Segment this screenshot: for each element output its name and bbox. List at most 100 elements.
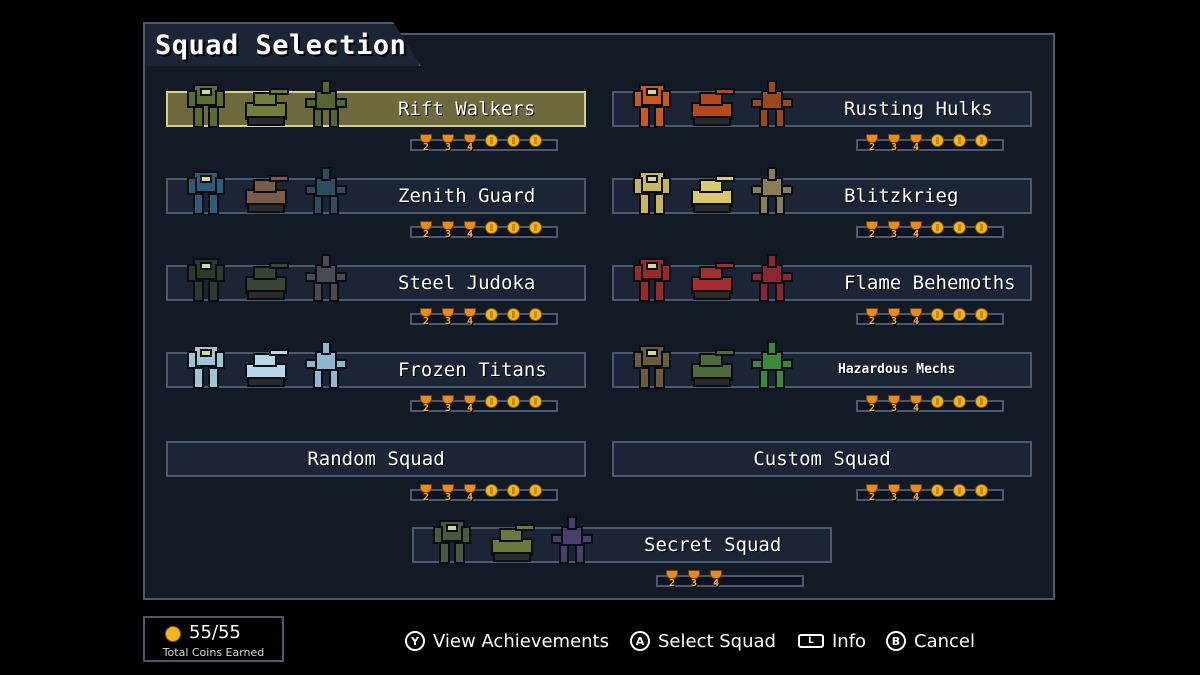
trophy-icon: 3 — [440, 308, 456, 330]
cancel-label: Cancel — [914, 630, 975, 652]
mech-icon — [300, 251, 352, 307]
trophy-icon: 3 — [886, 134, 902, 156]
coin-icon — [952, 484, 968, 506]
coin-icon — [974, 134, 990, 156]
mech-icon — [626, 251, 678, 307]
trophy-icon: 4 — [908, 134, 924, 156]
coin-icon — [952, 395, 968, 417]
trophy-icon: 2 — [864, 221, 880, 243]
coin-icon — [484, 308, 500, 330]
squad-name: Zenith Guard — [398, 185, 536, 207]
mech-icon — [686, 77, 738, 133]
squad-random-squad[interactable]: Random Squad — [166, 441, 586, 477]
coin-icon — [484, 134, 500, 156]
coin-icon — [952, 221, 968, 243]
squad-name: Rift Walkers — [398, 98, 536, 120]
mech-icon — [240, 164, 292, 220]
trophy-icon: 3 — [886, 221, 902, 243]
mech-icon — [746, 338, 798, 394]
achievement-strip: 234 — [856, 484, 1004, 503]
trophy-icon: 2 — [418, 134, 434, 156]
squad-name: Custom Squad — [753, 448, 891, 470]
trophy-icon: 2 — [864, 134, 880, 156]
squad-custom-squad[interactable]: Custom Squad — [612, 441, 1032, 477]
achievement-strip: 234 — [410, 308, 558, 327]
squad-name: Flame Behemoths — [844, 272, 1016, 294]
mech-icon — [180, 251, 232, 307]
total-coins-box: 55/55 Total Coins Earned — [143, 616, 284, 662]
achievement-strip: 234 — [856, 308, 1004, 327]
trophy-icon: 2 — [864, 395, 880, 417]
trophy-icon: 4 — [462, 221, 478, 243]
mech-icon — [746, 164, 798, 220]
achievement-strip: 234 — [410, 134, 558, 153]
squad-name: Secret Squad — [644, 534, 782, 556]
coin-icon — [974, 395, 990, 417]
mech-icon — [240, 251, 292, 307]
coin-icon — [974, 221, 990, 243]
mech-icon — [686, 164, 738, 220]
mech-icon — [300, 164, 352, 220]
coin-icon — [528, 134, 544, 156]
mech-icon — [300, 77, 352, 133]
info-hint[interactable]: L Info — [798, 628, 866, 654]
coin-icon — [506, 134, 522, 156]
mech-icon — [180, 338, 232, 394]
select-squad-hint[interactable]: A Select Squad — [630, 628, 776, 654]
coin-icon — [506, 484, 522, 506]
squad-name: Blitzkrieg — [844, 185, 959, 207]
view-achievements-label: View Achievements — [433, 630, 609, 652]
squad-name: Random Squad — [307, 448, 445, 470]
mech-icon — [626, 164, 678, 220]
achievement-strip: 234 — [410, 395, 558, 414]
trophy-icon: 4 — [908, 484, 924, 506]
trophy-icon: 4 — [908, 221, 924, 243]
coin-icon — [930, 395, 946, 417]
cancel-hint[interactable]: B Cancel — [886, 628, 975, 654]
squad-name: Rusting Hulks — [844, 98, 993, 120]
trophy-icon: 3 — [886, 308, 902, 330]
coin-icon — [484, 484, 500, 506]
coin-icon — [930, 221, 946, 243]
coin-icon — [484, 221, 500, 243]
trophy-icon: 4 — [462, 395, 478, 417]
trophy-icon: 3 — [440, 221, 456, 243]
mech-icon — [300, 338, 352, 394]
mech-icon — [240, 338, 292, 394]
coin-icon — [974, 484, 990, 506]
mech-icon — [746, 251, 798, 307]
trophy-icon: 2 — [418, 221, 434, 243]
coins-count: 55/55 — [189, 622, 241, 643]
mech-icon — [626, 77, 678, 133]
trophy-icon: 4 — [708, 570, 724, 592]
mech-icon — [240, 77, 292, 133]
mech-icon — [486, 513, 538, 569]
trophy-icon: 4 — [462, 484, 478, 506]
trophy-icon: 4 — [908, 308, 924, 330]
coin-icon — [528, 395, 544, 417]
coin-icon — [528, 221, 544, 243]
trophy-icon: 2 — [664, 570, 680, 592]
l-button-icon: L — [798, 634, 824, 648]
coin-icon — [165, 626, 181, 642]
select-squad-label: Select Squad — [658, 630, 776, 652]
squad-name: Frozen Titans — [398, 359, 547, 381]
coins-label: Total Coins Earned — [162, 646, 265, 659]
trophy-icon: 2 — [864, 308, 880, 330]
coin-icon — [930, 484, 946, 506]
mech-icon — [746, 77, 798, 133]
coin-icon — [930, 308, 946, 330]
info-label: Info — [832, 630, 867, 652]
achievement-strip: 234 — [410, 484, 558, 503]
trophy-icon: 2 — [418, 308, 434, 330]
trophy-icon: 2 — [418, 395, 434, 417]
view-achievements-hint[interactable]: Y View Achievements — [405, 628, 609, 654]
coin-icon — [952, 134, 968, 156]
achievement-strip: 234 — [856, 221, 1004, 240]
coin-icon — [506, 395, 522, 417]
mech-icon — [180, 164, 232, 220]
coin-icon — [506, 308, 522, 330]
squad-name: Steel Judoka — [398, 272, 536, 294]
achievement-strip: 234 — [410, 221, 558, 240]
trophy-icon: 3 — [440, 134, 456, 156]
